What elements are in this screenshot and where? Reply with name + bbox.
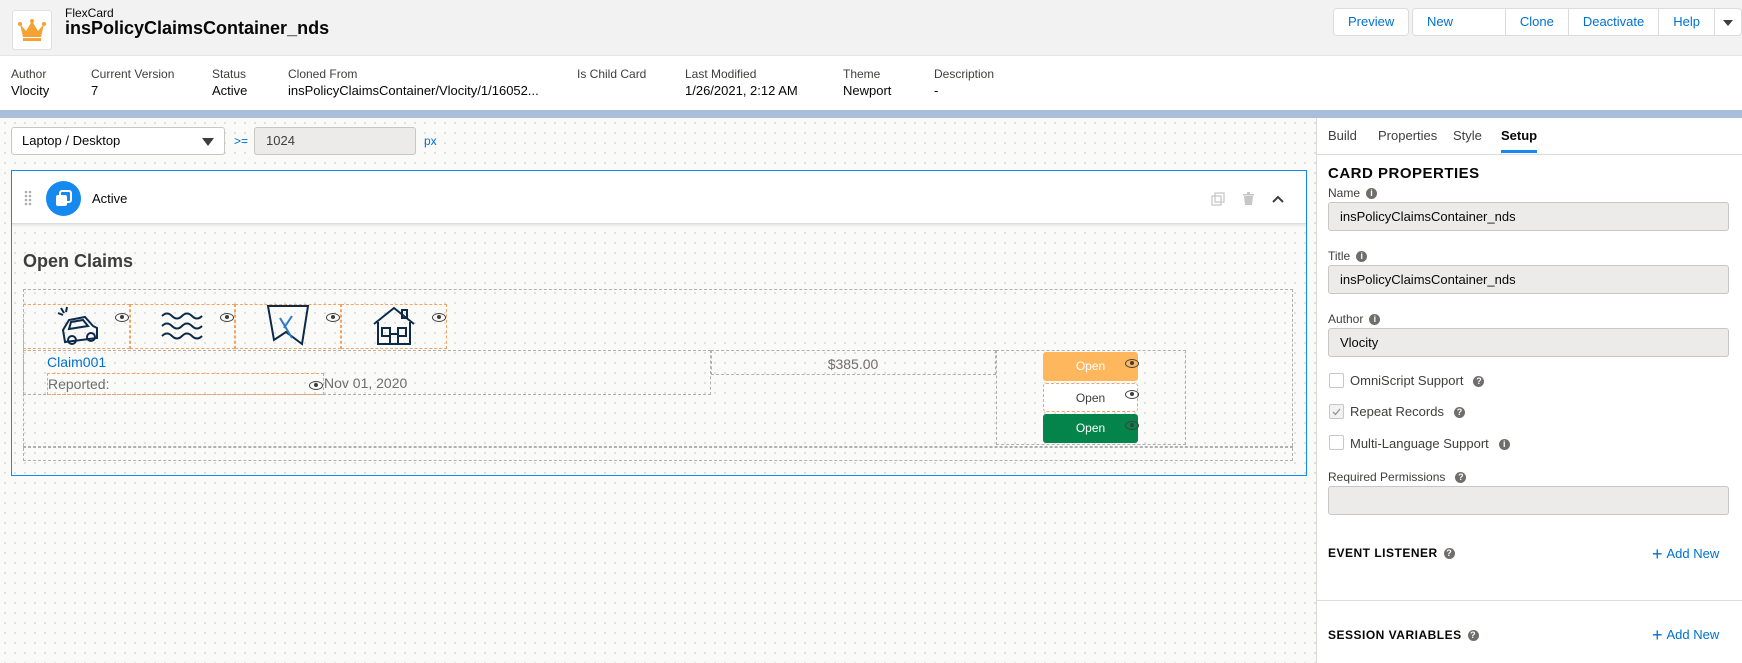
open-button-success[interactable]: Open [1043, 414, 1138, 443]
block-divider [23, 446, 1293, 448]
name-field[interactable]: insPolicyClaimsContainer_nds [1328, 202, 1729, 231]
caret-down-icon [202, 138, 214, 146]
flexcard-crown-icon [12, 10, 52, 50]
multi-language-label: Multi-Language Support i [1350, 436, 1510, 451]
plus-icon: + [1652, 544, 1663, 564]
author-label: Author i [1328, 312, 1381, 326]
add-event-listener-button[interactable]: + Add New [1652, 544, 1719, 565]
add-session-variable-button[interactable]: + Add New [1652, 625, 1719, 646]
visibility-eye-icon[interactable] [1125, 389, 1139, 399]
meta-status: Status Active [212, 67, 248, 98]
required-permissions-label: Required Permissions? [1328, 470, 1467, 484]
collapse-chevron-up-icon[interactable] [1271, 192, 1285, 207]
info-icon[interactable]: i [1366, 188, 1378, 200]
help-icon[interactable]: ? [1443, 548, 1455, 560]
house-icon [372, 306, 416, 349]
name-label: Name i [1328, 186, 1378, 200]
repeat-records-label: Repeat Records? [1350, 404, 1465, 419]
help-icon[interactable]: ? [1473, 376, 1485, 388]
omniscript-support-label: OmniScript Support? [1350, 373, 1485, 388]
info-icon[interactable]: i [1369, 314, 1381, 326]
page-title: insPolicyClaimsContainer_nds [65, 18, 330, 38]
visibility-eye-icon[interactable] [220, 312, 234, 322]
open-button-neutral[interactable]: Open [1043, 383, 1138, 412]
multi-language-checkbox[interactable] [1329, 435, 1344, 450]
meta-theme: Theme Newport [843, 67, 892, 98]
help-icon[interactable]: ? [1467, 630, 1479, 642]
state-header[interactable] [12, 171, 1306, 224]
required-permissions-field[interactable] [1328, 486, 1729, 515]
meta-is-child-card: Is Child Card [577, 67, 647, 81]
breakpoint-width-input[interactable]: 1024 [254, 127, 416, 155]
preview-button-group: Preview [1333, 8, 1410, 36]
tab-style[interactable]: Style [1453, 128, 1482, 143]
visibility-eye-icon[interactable] [115, 312, 129, 322]
device-select-value: Laptop / Desktop [22, 133, 121, 148]
visibility-eye-icon[interactable] [1125, 358, 1139, 368]
delete-state-icon[interactable] [1242, 192, 1255, 209]
plus-icon: + [1652, 625, 1663, 645]
claim-name-link[interactable]: Claim001 [47, 354, 106, 370]
meta-author: Author Vlocity [11, 67, 50, 98]
deactivate-button[interactable]: Deactivate [1567, 9, 1659, 35]
drag-handle-icon[interactable] [24, 190, 32, 209]
properties-panel [1316, 118, 1742, 663]
car-accident-icon [55, 306, 101, 349]
clone-button[interactable]: Clone [1504, 9, 1568, 35]
meta-version: Current Version 7 [91, 67, 175, 98]
preview-button[interactable]: Preview [1334, 9, 1409, 35]
info-icon[interactable]: i [1356, 251, 1368, 263]
reported-label: Reported: [48, 376, 110, 392]
clone-state-icon[interactable] [1211, 192, 1225, 209]
visibility-eye-icon[interactable] [309, 380, 323, 390]
checkmark-icon [1332, 408, 1341, 416]
omniscript-support-checkbox[interactable] [1329, 373, 1344, 388]
unit-label: px [424, 134, 437, 148]
chevron-down-icon [1723, 19, 1733, 26]
reported-date: Nov 01, 2020 [324, 375, 408, 391]
claim-amount: $385.00 [827, 356, 879, 372]
tab-properties[interactable]: Properties [1378, 128, 1437, 143]
author-field[interactable]: Vlocity [1328, 328, 1729, 357]
visibility-eye-icon[interactable] [1125, 420, 1139, 430]
meta-cloned-from: Cloned From insPolicyClaimsContainer/Vloc… [288, 67, 539, 98]
visibility-eye-icon[interactable] [432, 312, 446, 322]
open-button-warning[interactable]: Open [1043, 352, 1138, 381]
broken-window-icon [266, 304, 310, 349]
state-icon [46, 181, 81, 216]
tab-setup[interactable]: Setup [1501, 128, 1538, 153]
session-variables-heading: SESSION VARIABLES? [1328, 628, 1479, 642]
header-divider-band [0, 110, 1742, 118]
info-icon[interactable]: i [1498, 439, 1510, 451]
tab-build[interactable]: Build [1328, 128, 1357, 143]
help-icon[interactable]: ? [1453, 407, 1465, 419]
device-select[interactable]: Laptop / Desktop [11, 127, 225, 155]
flood-waves-icon [160, 310, 204, 347]
more-actions-button[interactable] [1714, 9, 1741, 35]
help-icon[interactable]: ? [1455, 472, 1467, 484]
state-label: Active [92, 191, 128, 206]
title-label: Title i [1328, 249, 1368, 263]
help-button[interactable]: Help [1658, 9, 1714, 35]
card-meta-bar: Author Vlocity Current Version 7 Status Act… [0, 56, 1742, 112]
meta-description: Description - [934, 67, 995, 98]
section-divider [1317, 600, 1742, 601]
repeat-records-checkbox[interactable] [1329, 404, 1344, 419]
event-listener-heading: EVENT LISTENER? [1328, 546, 1455, 560]
card-title: Open Claims [23, 251, 134, 271]
meta-last-modified: Last Modified 1/26/2021, 2:12 AM [685, 67, 798, 98]
header-actions-group: New Version Clone Deactivate Help [1412, 8, 1742, 36]
visibility-eye-icon[interactable] [326, 312, 340, 322]
title-field[interactable]: insPolicyClaimsContainer_nds [1328, 265, 1729, 294]
new-version-button[interactable]: New Version [1413, 9, 1505, 35]
card-properties-heading: CARD PROPERTIES [1328, 165, 1480, 182]
gte-label: >= [234, 134, 249, 148]
